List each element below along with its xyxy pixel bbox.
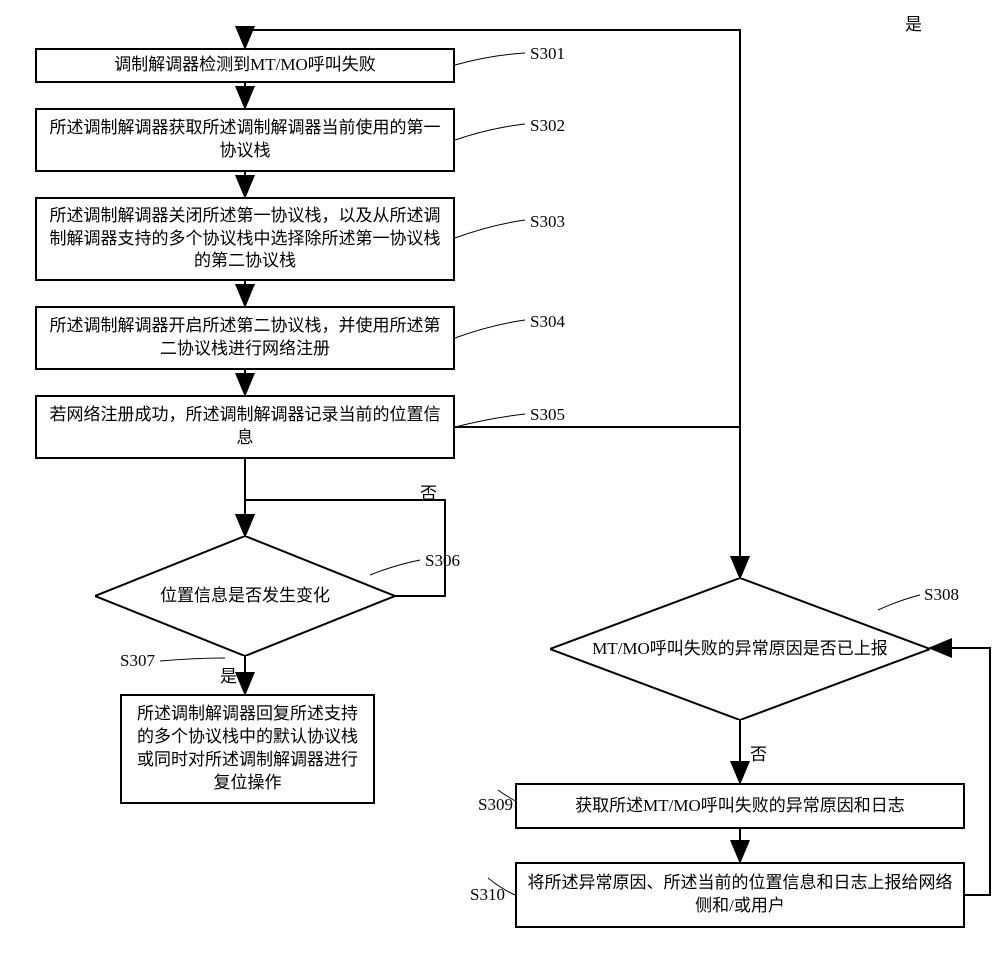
step-text: 将所述异常原因、所述当前的位置信息和日志上报给网络侧和/或用户 [527, 872, 953, 918]
step-text: 所述调制解调器回复所述支持的多个协议栈中的默认协议栈或同时对所述调制解调器进行复… [132, 703, 363, 795]
label-s308: S308 [924, 585, 959, 605]
step-text: 所述调制解调器关闭所述第一协议栈，以及从所述调制解调器支持的多个协议栈中选择除所… [47, 205, 443, 274]
step-text: 获取所述MT/MO呼叫失败的异常原因和日志 [575, 795, 905, 818]
step-text: 调制解调器检测到MT/MO呼叫失败 [114, 54, 376, 77]
decision-text: MT/MO呼叫失败的异常原因是否已上报 [592, 638, 888, 660]
label-s302: S302 [530, 116, 565, 136]
step-text: 若网络注册成功，所述调制解调器记录当前的位置信息 [47, 404, 443, 450]
step-s310: 将所述异常原因、所述当前的位置信息和日志上报给网络侧和/或用户 [515, 862, 965, 928]
step-s302: 所述调制解调器获取所述调制解调器当前使用的第一协议栈 [35, 108, 455, 172]
step-s309: 获取所述MT/MO呼叫失败的异常原因和日志 [515, 783, 965, 829]
yes-label-s306: 是 [220, 662, 237, 687]
label-s301: S301 [530, 44, 565, 64]
label-s309: S309 [478, 795, 513, 815]
step-s301: 调制解调器检测到MT/MO呼叫失败 [35, 48, 455, 83]
step-s307: 所述调制解调器回复所述支持的多个协议栈中的默认协议栈或同时对所述调制解调器进行复… [120, 694, 375, 804]
yes-label-s308: 是 [905, 10, 922, 35]
label-s306: S306 [425, 551, 460, 571]
label-s303: S303 [530, 212, 565, 232]
label-s310: S310 [470, 885, 505, 905]
step-s304: 所述调制解调器开启所述第二协议栈，并使用所述第二协议栈进行网络注册 [35, 306, 455, 370]
decision-text: 位置信息是否发生变化 [160, 585, 330, 607]
no-label-s308: 否 [750, 740, 767, 765]
step-s305: 若网络注册成功，所述调制解调器记录当前的位置信息 [35, 395, 455, 459]
step-s303: 所述调制解调器关闭所述第一协议栈，以及从所述调制解调器支持的多个协议栈中选择除所… [35, 197, 455, 281]
label-s304: S304 [530, 312, 565, 332]
label-s307: S307 [120, 651, 155, 671]
decision-s306-text: 位置信息是否发生变化 [130, 576, 360, 616]
no-label-s306: 否 [420, 479, 437, 504]
decision-s308-text: MT/MO呼叫失败的异常原因是否已上报 [590, 628, 890, 670]
label-s305: S305 [530, 405, 565, 425]
step-text: 所述调制解调器获取所述调制解调器当前使用的第一协议栈 [47, 117, 443, 163]
step-text: 所述调制解调器开启所述第二协议栈，并使用所述第二协议栈进行网络注册 [47, 315, 443, 361]
